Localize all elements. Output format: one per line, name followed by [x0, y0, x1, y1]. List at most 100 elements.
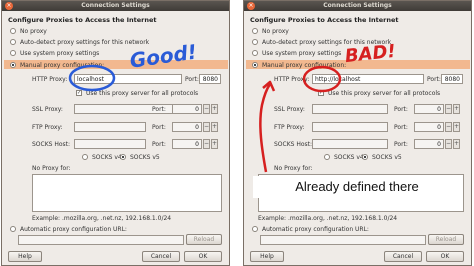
radio-auto-config-url[interactable]: Automatic proxy configuration URL: [10, 225, 127, 233]
radio-icon[interactable] [10, 28, 16, 34]
use-all-protocols-label: Use this proxy server for all protocols [328, 90, 441, 97]
port-label: Port: [152, 141, 166, 148]
spin-up-icon[interactable]: + [211, 104, 218, 114]
ftp-proxy-input[interactable] [74, 122, 146, 132]
radio-label: Manual proxy configuration: [20, 61, 105, 69]
help-button[interactable]: Help [250, 251, 284, 262]
radio-icon[interactable] [362, 154, 368, 160]
ftp-proxy-label: FTP Proxy: [32, 124, 63, 131]
window-title: Connection Settings [323, 2, 392, 9]
callout-already-defined: Already defined there [253, 176, 461, 198]
spin-down-icon[interactable]: − [445, 104, 452, 114]
spin-up-icon[interactable]: + [453, 139, 460, 149]
radio-label: Manual proxy configuration: [262, 61, 347, 69]
use-all-protocols-checkbox[interactable]: ✓ [318, 90, 324, 96]
radio-socks-v5[interactable]: SOCKS v5 [362, 153, 402, 161]
radio-icon[interactable] [252, 28, 258, 34]
radio-icon[interactable] [324, 154, 330, 160]
spin-up-icon[interactable]: + [211, 139, 218, 149]
port-label: Port: [152, 124, 166, 131]
socks-host-input[interactable] [74, 139, 146, 149]
radio-manual-proxy[interactable]: Manual proxy configuration: [252, 61, 346, 69]
ssl-proxy-input[interactable] [312, 104, 388, 114]
example-hint: Example: .mozilla.org, .net.nz, 192.168.… [258, 215, 398, 222]
radio-icon[interactable] [82, 154, 88, 160]
radio-label: SOCKS v4 [334, 153, 364, 161]
auto-config-url-input[interactable] [18, 235, 184, 245]
radio-no-proxy[interactable]: No proxy [252, 27, 289, 35]
radio-icon[interactable] [10, 50, 16, 56]
no-proxy-for-input[interactable] [32, 174, 222, 212]
http-proxy-input[interactable]: localhost [74, 74, 182, 84]
http-port-input[interactable]: 8080 [441, 74, 463, 84]
help-button[interactable]: Help [8, 251, 42, 262]
radio-icon[interactable] [10, 39, 16, 45]
port-label: Port: [185, 76, 199, 83]
ssl-port-input[interactable]: 0 [414, 104, 444, 114]
radio-label: SOCKS v4 [92, 153, 122, 161]
spin-down-icon[interactable]: − [203, 122, 210, 132]
radio-icon[interactable] [10, 226, 16, 232]
radio-label: SOCKS v5 [372, 153, 402, 161]
radio-auto-detect[interactable]: Auto-detect proxy settings for this netw… [252, 38, 391, 46]
spin-up-icon[interactable]: + [453, 122, 460, 132]
radio-icon[interactable] [120, 154, 126, 160]
socks-port-input[interactable]: 0 [414, 139, 444, 149]
radio-label: No proxy [262, 27, 289, 35]
radio-label: SOCKS v5 [130, 153, 160, 161]
spin-down-icon[interactable]: − [203, 139, 210, 149]
radio-socks-v4[interactable]: SOCKS v4 [324, 153, 364, 161]
radio-manual-proxy[interactable]: Manual proxy configuration: [10, 61, 104, 69]
spin-down-icon[interactable]: − [203, 104, 210, 114]
cancel-button[interactable]: Cancel [142, 251, 180, 262]
socks-port-input[interactable]: 0 [172, 139, 202, 149]
reload-button[interactable]: Reload [186, 234, 222, 245]
radio-icon[interactable] [10, 62, 16, 68]
ftp-proxy-input[interactable] [312, 122, 388, 132]
radio-label: Use system proxy settings [20, 49, 100, 57]
connection-settings-window-right: × Connection Settings Configure Proxies … [243, 0, 472, 266]
use-all-protocols-checkbox[interactable]: ✓ [76, 90, 82, 96]
radio-icon[interactable] [252, 50, 258, 56]
spin-up-icon[interactable]: + [211, 122, 218, 132]
socks-host-label: SOCKS Host: [32, 141, 71, 148]
cancel-button[interactable]: Cancel [384, 251, 422, 262]
radio-system-proxy[interactable]: Use system proxy settings [252, 49, 341, 57]
socks-host-input[interactable] [312, 139, 388, 149]
example-hint: Example: .mozilla.org, .net.nz, 192.168.… [32, 215, 172, 222]
radio-icon[interactable] [252, 39, 258, 45]
radio-system-proxy[interactable]: Use system proxy settings [10, 49, 99, 57]
spin-up-icon[interactable]: + [453, 104, 460, 114]
ok-button[interactable]: OK [184, 251, 222, 262]
section-heading: Configure Proxies to Access the Internet [8, 16, 157, 24]
radio-socks-v5[interactable]: SOCKS v5 [120, 153, 160, 161]
ok-button[interactable]: OK [426, 251, 464, 262]
ssl-port-input[interactable]: 0 [172, 104, 202, 114]
section-heading: Configure Proxies to Access the Internet [250, 16, 399, 24]
auto-config-url-input[interactable] [260, 235, 426, 245]
ssl-proxy-label: SSL Proxy: [274, 106, 305, 113]
http-proxy-label: HTTP Proxy: [32, 76, 68, 83]
radio-label: Automatic proxy configuration URL: [20, 225, 127, 233]
radio-label: Automatic proxy configuration URL: [262, 225, 369, 233]
port-label: Port: [394, 124, 408, 131]
radio-icon[interactable] [252, 226, 258, 232]
radio-no-proxy[interactable]: No proxy [10, 27, 47, 35]
ftp-proxy-label: FTP Proxy: [274, 124, 305, 131]
spin-down-icon[interactable]: − [445, 122, 452, 132]
radio-auto-detect[interactable]: Auto-detect proxy settings for this netw… [10, 38, 149, 46]
radio-auto-config-url[interactable]: Automatic proxy configuration URL: [252, 225, 369, 233]
radio-socks-v4[interactable]: SOCKS v4 [82, 153, 122, 161]
ssl-proxy-label: SSL Proxy: [32, 106, 63, 113]
ftp-port-input[interactable]: 0 [172, 122, 202, 132]
connection-settings-window-left: × Connection Settings Configure Proxies … [1, 0, 230, 266]
reload-button[interactable]: Reload [428, 234, 464, 245]
ftp-port-input[interactable]: 0 [414, 122, 444, 132]
radio-label: Use system proxy settings [262, 49, 342, 57]
port-label: Port: [394, 106, 408, 113]
http-proxy-label: HTTP Proxy: [274, 76, 310, 83]
http-proxy-input[interactable]: http://localhost [312, 74, 424, 84]
radio-icon[interactable] [252, 62, 258, 68]
spin-down-icon[interactable]: − [445, 139, 452, 149]
http-port-input[interactable]: 8080 [199, 74, 221, 84]
